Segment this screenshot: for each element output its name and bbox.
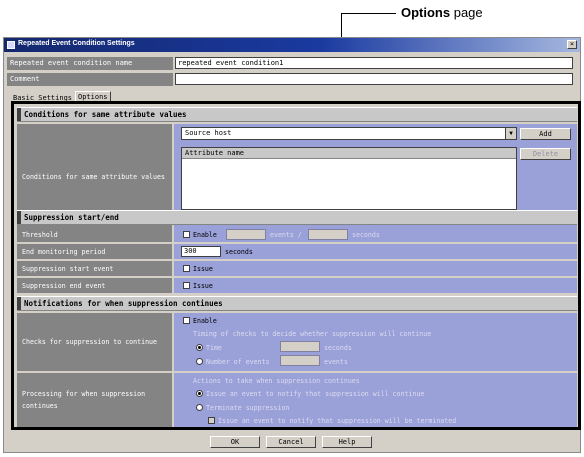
- options-panel: Conditions for same attribute values Con…: [11, 101, 581, 430]
- ok-button[interactable]: OK: [210, 436, 260, 448]
- end-monitoring-unit: seconds: [225, 248, 253, 256]
- number-of-events-unit: events: [324, 358, 348, 366]
- number-of-events-text: Number of events: [206, 358, 270, 366]
- end-monitoring-input[interactable]: 300: [181, 246, 221, 257]
- threshold-label: Threshold: [17, 227, 172, 242]
- processing-label-text: Processing for when suppression continues: [22, 390, 145, 410]
- callout-bold: Options: [401, 5, 451, 20]
- threshold-enable-checkbox[interactable]: [183, 231, 190, 238]
- delete-button[interactable]: Delete: [520, 148, 571, 160]
- processing-actions-text: Actions to take when suppression continu…: [193, 377, 360, 385]
- end-event-issue-text: Issue: [193, 282, 213, 290]
- help-button[interactable]: Help: [322, 436, 372, 448]
- processing-label-line1: Processing for when suppression: [22, 390, 146, 398]
- start-event-issue-text: Issue: [193, 265, 213, 273]
- issue-notify-text: Issue an event to notify that suppressio…: [206, 390, 425, 398]
- time-seconds-text: seconds: [324, 344, 352, 352]
- processing-label: Processing for when suppression continues: [17, 373, 172, 427]
- callout-rest: page: [450, 5, 483, 20]
- threshold-events-text: events /: [270, 231, 302, 239]
- add-button[interactable]: Add: [520, 128, 571, 140]
- issue-terminated-text: Issue an event to notify that suppressio…: [218, 417, 457, 425]
- section-suppression: Suppression start/end: [17, 210, 577, 225]
- attribute-list[interactable]: Attribute name: [181, 147, 517, 210]
- checks-timing-text: Timing of checks to decide whether suppr…: [193, 330, 432, 338]
- terminate-radio[interactable]: [196, 404, 203, 411]
- threshold-seconds-input[interactable]: [308, 229, 348, 240]
- end-event-area: [174, 278, 577, 293]
- checks-enable-text: Enable: [193, 317, 217, 325]
- section-same-attr: Conditions for same attribute values: [17, 107, 577, 122]
- processing-label-line2: continues: [22, 402, 58, 410]
- event-condition-name-label: Repeated event condition name: [7, 57, 173, 70]
- number-of-events-input[interactable]: [280, 355, 320, 366]
- app-icon: [7, 41, 15, 49]
- end-event-checkbox[interactable]: [183, 282, 190, 289]
- terminate-text: Terminate suppression: [206, 404, 290, 412]
- chevron-down-icon[interactable]: ▼: [505, 128, 516, 139]
- checks-label: Checks for suppression to continue: [17, 313, 172, 371]
- issue-notify-radio[interactable]: [196, 390, 203, 397]
- time-text: Time: [206, 344, 222, 352]
- threshold-enable-text: Enable: [193, 231, 217, 239]
- start-event-checkbox[interactable]: [183, 265, 190, 272]
- number-of-events-radio[interactable]: [196, 358, 203, 365]
- event-condition-name-input[interactable]: repeated event condition1: [175, 57, 573, 69]
- window-title: Repeated Event Condition Settings: [18, 40, 135, 47]
- threshold-events-input[interactable]: [226, 229, 266, 240]
- dialog-window: Repeated Event Condition Settings × Repe…: [3, 37, 581, 453]
- comment-label: Comment: [7, 73, 173, 86]
- issue-terminated-checkbox[interactable]: [208, 417, 215, 424]
- end-monitoring-label: End monitoring period: [17, 244, 172, 259]
- time-seconds-input[interactable]: [280, 341, 320, 352]
- comment-input[interactable]: [175, 73, 573, 85]
- attribute-select-value: Source host: [185, 129, 232, 137]
- start-event-area: [174, 261, 577, 276]
- time-radio[interactable]: [196, 344, 203, 351]
- cancel-button[interactable]: Cancel: [266, 436, 316, 448]
- end-event-label: Suppression end event: [17, 278, 172, 293]
- title-bar: Repeated Event Condition Settings ×: [4, 38, 580, 52]
- close-button[interactable]: ×: [567, 40, 577, 49]
- callout-line-h: [341, 13, 396, 14]
- section-notifications: Notifications for when suppression conti…: [17, 296, 577, 311]
- attribute-select[interactable]: Source host ▼: [181, 127, 517, 140]
- threshold-seconds-text: seconds: [352, 231, 380, 239]
- options-page-callout: Options page: [401, 5, 483, 20]
- checks-enable-checkbox[interactable]: [183, 317, 190, 324]
- start-event-label: Suppression start event: [17, 261, 172, 276]
- attribute-list-header: Attribute name: [182, 148, 516, 159]
